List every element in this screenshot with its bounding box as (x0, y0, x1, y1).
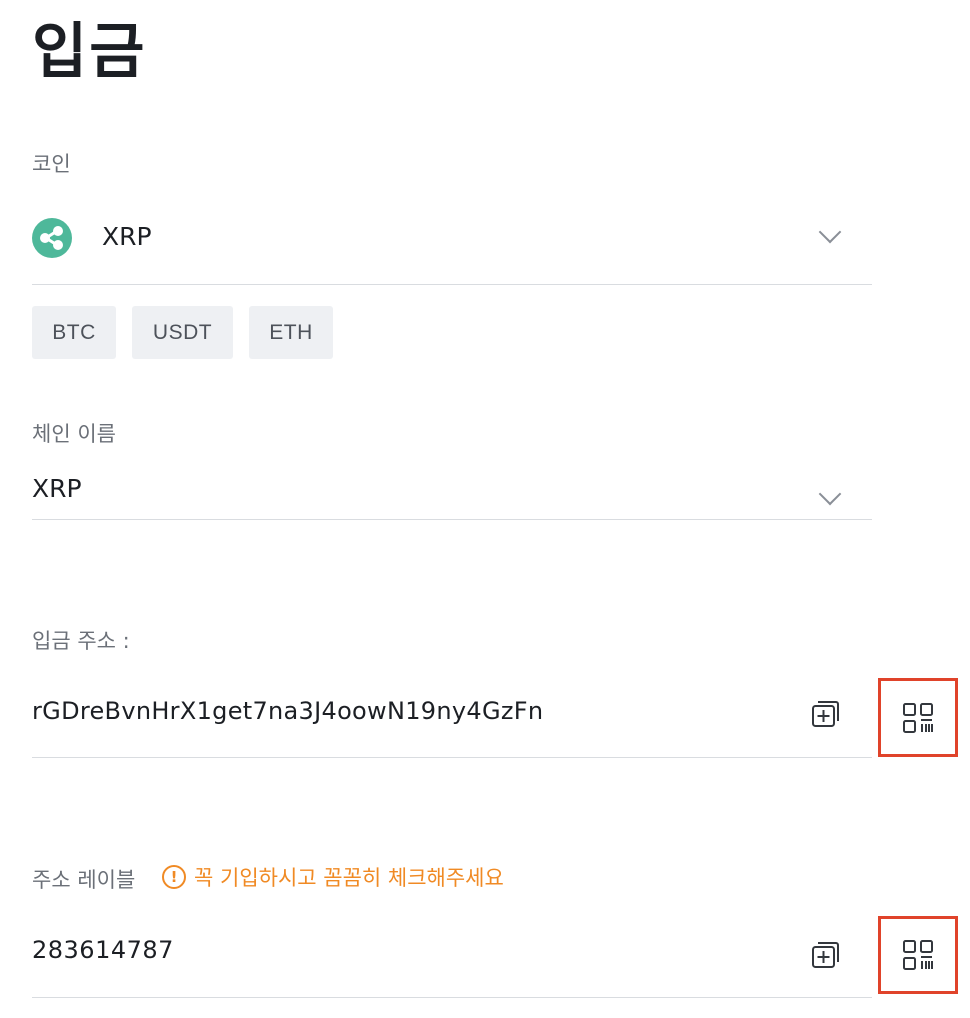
label-qr-button[interactable] (878, 916, 958, 994)
chain-divider (32, 519, 872, 520)
qr-code-icon (903, 940, 933, 970)
coin-select[interactable]: XRP (32, 200, 872, 276)
coin-label: 코인 (32, 152, 71, 176)
quick-pick-usdt[interactable]: USDT (132, 306, 233, 359)
chain-selected-value: XRP (32, 474, 82, 503)
quick-pick-btc[interactable]: BTC (32, 306, 116, 359)
page-title: 입금 (32, 17, 147, 87)
deposit-address-value: rGDreBvnHrX1get7na3J4oowN19ny4GzFn (32, 697, 544, 725)
address-divider (32, 757, 872, 758)
memo-warning-text: 꼭 기입하시고 꼼꼼히 체크해주세요 (194, 866, 504, 890)
address-label-value: 283614787 (32, 936, 174, 964)
coin-divider (32, 284, 872, 285)
xrp-logo-icon (32, 218, 72, 258)
chevron-down-icon (818, 220, 842, 244)
copy-label-button[interactable] (810, 938, 842, 970)
chevron-down-icon (818, 482, 842, 506)
coin-selected-value: XRP (102, 222, 152, 251)
memo-warning: ! 꼭 기입하시고 꼼꼼히 체크해주세요 (162, 862, 504, 892)
chain-label: 체인 이름 (32, 422, 116, 446)
copy-icon (812, 701, 839, 727)
label-divider (32, 997, 872, 998)
qr-code-icon (903, 702, 933, 733)
copy-icon (812, 942, 839, 968)
chain-select[interactable]: XRP (32, 462, 872, 518)
quick-pick-eth[interactable]: ETH (249, 306, 333, 359)
warning-icon: ! (162, 865, 186, 889)
deposit-address-label: 입금 주소 : (32, 629, 130, 653)
address-label-title: 주소 레이블 (32, 868, 136, 892)
copy-address-button[interactable] (810, 697, 842, 729)
address-qr-button[interactable] (878, 678, 958, 757)
